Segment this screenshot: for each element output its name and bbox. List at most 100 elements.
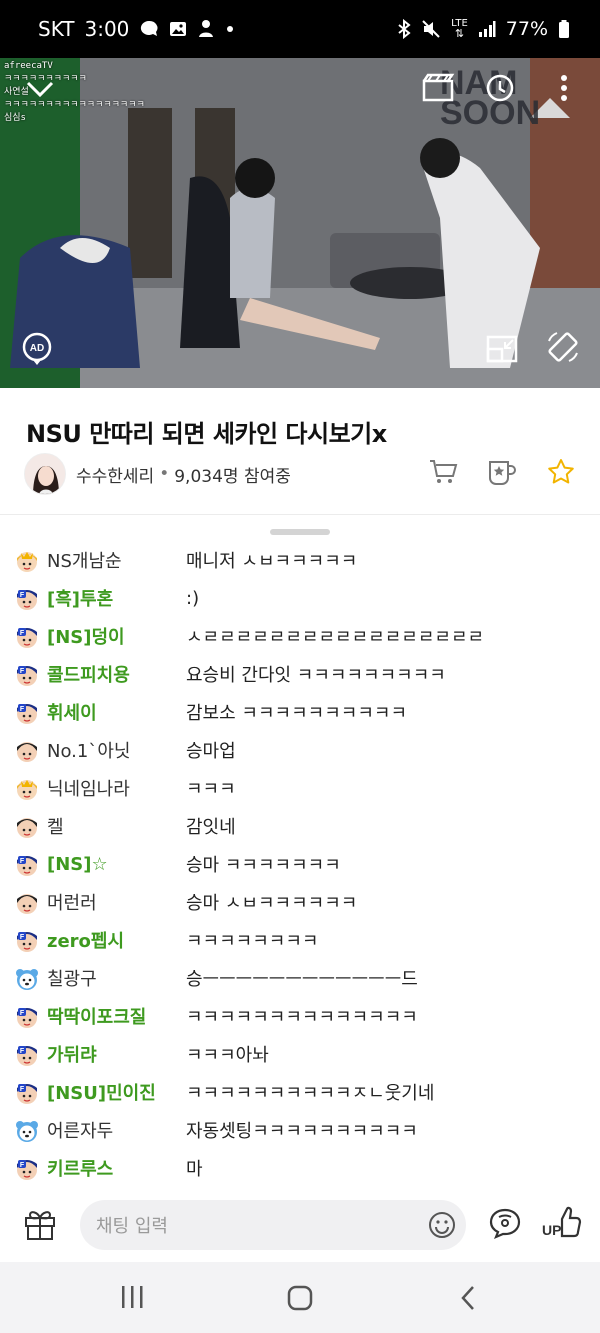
- cup-star-icon: [489, 461, 516, 485]
- chat-nickname[interactable]: 가뒤랴: [47, 1041, 97, 1067]
- chat-panel[interactable]: NS개남순 매니저 ㅅㅂㅋㅋㅋㅋㅋ F [흑]투혼:) F [NS]덩이 ㅅㄹㄹㄹㄹㄹㄹㄹㄹ…: [0, 514, 600, 1194]
- chat-nickname[interactable]: [NS]덩이: [47, 623, 125, 649]
- collapse-button[interactable]: [20, 72, 60, 106]
- chat-message[interactable]: 닉네임나라 ㅋㅋㅋ: [0, 769, 600, 807]
- mute-icon: [421, 19, 441, 39]
- battery-icon: [558, 19, 570, 39]
- chat-message[interactable]: F 콜드피치용 요승비 간다잇 ㅋㅋㅋㅋㅋㅋㅋㅋㅋ: [0, 655, 600, 693]
- fan-badge-icon: F: [15, 929, 39, 953]
- gift-button[interactable]: [22, 1206, 58, 1242]
- chat-message-text: 마: [186, 1159, 203, 1180]
- chat-input-bar: 채팅 입력 UP: [0, 1194, 600, 1262]
- chat-drag-handle[interactable]: [270, 529, 330, 535]
- ad-button[interactable]: AD: [20, 330, 54, 368]
- chat-message[interactable]: F 가뒤랴 ㅋㅋㅋ아놔: [0, 1035, 600, 1073]
- chat-message-text: 승마 ㅅㅂㅋㅋㅋㅋㅋㅋ: [186, 893, 358, 914]
- chat-message-text: 승ㅡㅡㅡㅡㅡㅡㅡㅡㅡㅡㅡㅡ드: [186, 969, 418, 990]
- chat-nickname[interactable]: 칠광구: [47, 965, 97, 991]
- chat-input-placeholder: 채팅 입력: [96, 1216, 168, 1237]
- chat-message[interactable]: F 키르루스 마: [0, 1149, 600, 1187]
- broadcast-meta: 수수한세리 • 9,034명 참여중: [24, 452, 576, 496]
- avatar-image: [25, 454, 65, 494]
- chat-message[interactable]: F 딱딱이포크질 ㅋㅋㅋㅋㅋㅋㅋㅋㅋㅋㅋㅋㅋㅋ: [0, 997, 600, 1035]
- video-player[interactable]: afreecaTV ㅋㅋㅋㅋㅋㅋㅋㅋㅋㅋ 사연설 ㅋㅋㅋㅋㅋㅋㅋㅋㅋㅋㅋㅋㅋㅋㅋ…: [0, 58, 600, 388]
- cart-icon: [430, 460, 458, 483]
- chat-nickname[interactable]: 키르루스: [47, 1155, 113, 1181]
- chat-list: NS개남순 매니저 ㅅㅂㅋㅋㅋㅋㅋ F [흑]투혼:) F [NS]덩이 ㅅㄹㄹㄹㄹㄹㄹㄹㄹ…: [0, 541, 600, 1187]
- chat-input[interactable]: 채팅 입력: [80, 1200, 466, 1250]
- chat-message[interactable]: No.1`아닛 승마업: [0, 731, 600, 769]
- chat-nickname[interactable]: 콜드피치용: [47, 661, 130, 687]
- chat-nickname[interactable]: No.1`아닛: [47, 737, 130, 763]
- chat-message[interactable]: F 휘세이 감보소 ㅋㅋㅋㅋㅋㅋㅋㅋㅋㅋ: [0, 693, 600, 731]
- dot-icon: [225, 24, 235, 34]
- up-button[interactable]: UP: [542, 1202, 584, 1246]
- subscribe-button[interactable]: [486, 457, 518, 491]
- lte-icon: LTE ⇅: [451, 18, 468, 40]
- shop-button[interactable]: [428, 458, 458, 490]
- chat-nickname[interactable]: 휘세이: [47, 699, 97, 725]
- chat-message[interactable]: F [NS]덩이 ㅅㄹㄹㄹㄹㄹㄹㄹㄹㄹㄹㄹㄹㄹㄹㄹㄹㄹ: [0, 617, 600, 655]
- chat-nickname[interactable]: 켈: [47, 813, 64, 839]
- user-badge-icon: [15, 739, 39, 763]
- fan-badge-icon: F: [15, 701, 39, 725]
- chat-message-text: ㅋㅋㅋ아놔: [186, 1045, 269, 1066]
- balloon-button[interactable]: [486, 1204, 524, 1246]
- chat-message[interactable]: F [NS]☆ 승마 ㅋㅋㅋㅋㅋㅋㅋ: [0, 845, 600, 883]
- chat-nickname[interactable]: 머런러: [47, 889, 97, 915]
- host-avatar[interactable]: [24, 453, 66, 495]
- favorite-button[interactable]: [546, 457, 576, 491]
- rotate-button[interactable]: [544, 328, 582, 366]
- signal-icon: [478, 20, 496, 38]
- pip-button[interactable]: [484, 332, 520, 366]
- chat-nickname[interactable]: 어른자두: [47, 1117, 113, 1143]
- carrier-label: SKT: [38, 17, 75, 41]
- chat-message[interactable]: F [흑]투혼:): [0, 579, 600, 617]
- chat-nickname[interactable]: [NSU]민이진: [47, 1079, 156, 1105]
- chat-message[interactable]: NS개남순 매니저 ㅅㅂㅋㅋㅋㅋㅋ: [0, 541, 600, 579]
- chat-nickname[interactable]: [NS]☆: [47, 854, 108, 875]
- chat-message-text: ㅋㅋㅋㅋㅋㅋㅋㅋㅋㅋㅈㄴ웃기네: [186, 1083, 435, 1104]
- star-icon: [548, 459, 574, 484]
- bear-badge-icon: [15, 967, 39, 991]
- host-name[interactable]: 수수한세리: [76, 462, 154, 487]
- more-button[interactable]: [550, 70, 578, 106]
- recent-apps-button[interactable]: [118, 1284, 146, 1314]
- gift-icon: [25, 1211, 55, 1240]
- chat-message-text: 요승비 간다잇 ㅋㅋㅋㅋㅋㅋㅋㅋㅋ: [186, 665, 446, 686]
- home-button[interactable]: [286, 1284, 314, 1316]
- chat-nickname[interactable]: 닉네임나라: [47, 775, 130, 801]
- status-bar: SKT 3:00 LTE ⇅ 77%: [0, 0, 600, 58]
- chat-nickname[interactable]: NS개남순: [47, 547, 122, 573]
- overlay-line: 심심s: [4, 113, 26, 123]
- chat-message[interactable]: F [NSU]민이진 ㅋㅋㅋㅋㅋㅋㅋㅋㅋㅋㅈㄴ웃기네: [0, 1073, 600, 1111]
- gallery-icon: [169, 20, 187, 38]
- chat-message[interactable]: 머런러 승마 ㅅㅂㅋㅋㅋㅋㅋㅋ: [0, 883, 600, 921]
- clip-button[interactable]: [418, 70, 458, 106]
- svg-text:AD: AD: [30, 343, 44, 354]
- time-label: 3:00: [84, 17, 130, 41]
- chat-message-text: ㅋㅋㅋㅋㅋㅋㅋㅋ: [186, 931, 319, 952]
- chat-message[interactable]: 칠광구 승ㅡㅡㅡㅡㅡㅡㅡㅡㅡㅡㅡㅡ드: [0, 959, 600, 997]
- chat-message-text: 감잇네: [186, 817, 236, 838]
- chat-nickname[interactable]: [흑]투혼: [47, 585, 113, 611]
- separator-dot: •: [159, 464, 170, 484]
- chat-nickname[interactable]: 딱딱이포크질: [47, 1003, 146, 1029]
- fan-badge-icon: F: [15, 1005, 39, 1029]
- user-badge-icon: [15, 815, 39, 839]
- back-button[interactable]: [458, 1284, 478, 1316]
- recents-icon: [122, 1286, 143, 1308]
- collapse-icon: [26, 81, 54, 98]
- emoji-button[interactable]: [428, 1211, 456, 1243]
- chat-message[interactable]: 어른자두 자동셋팅ㅋㅋㅋㅋㅋㅋㅋㅋㅋㅋ: [0, 1111, 600, 1149]
- up-label: UP: [542, 1222, 561, 1238]
- chat-message[interactable]: 켈 감잇네: [0, 807, 600, 845]
- chat-message-text: 자동셋팅ㅋㅋㅋㅋㅋㅋㅋㅋㅋㅋ: [186, 1121, 418, 1142]
- history-button[interactable]: [480, 70, 520, 106]
- chat-nickname[interactable]: zero펩시: [47, 927, 124, 953]
- balloon-icon: [489, 1208, 521, 1240]
- more-icon: [561, 75, 567, 101]
- history-icon: [486, 74, 514, 102]
- chat-message-text: ㅋㅋㅋㅋㅋㅋㅋㅋㅋㅋㅋㅋㅋㅋ: [186, 1007, 418, 1028]
- chat-message[interactable]: Fzero펩시 ㅋㅋㅋㅋㅋㅋㅋㅋ: [0, 921, 600, 959]
